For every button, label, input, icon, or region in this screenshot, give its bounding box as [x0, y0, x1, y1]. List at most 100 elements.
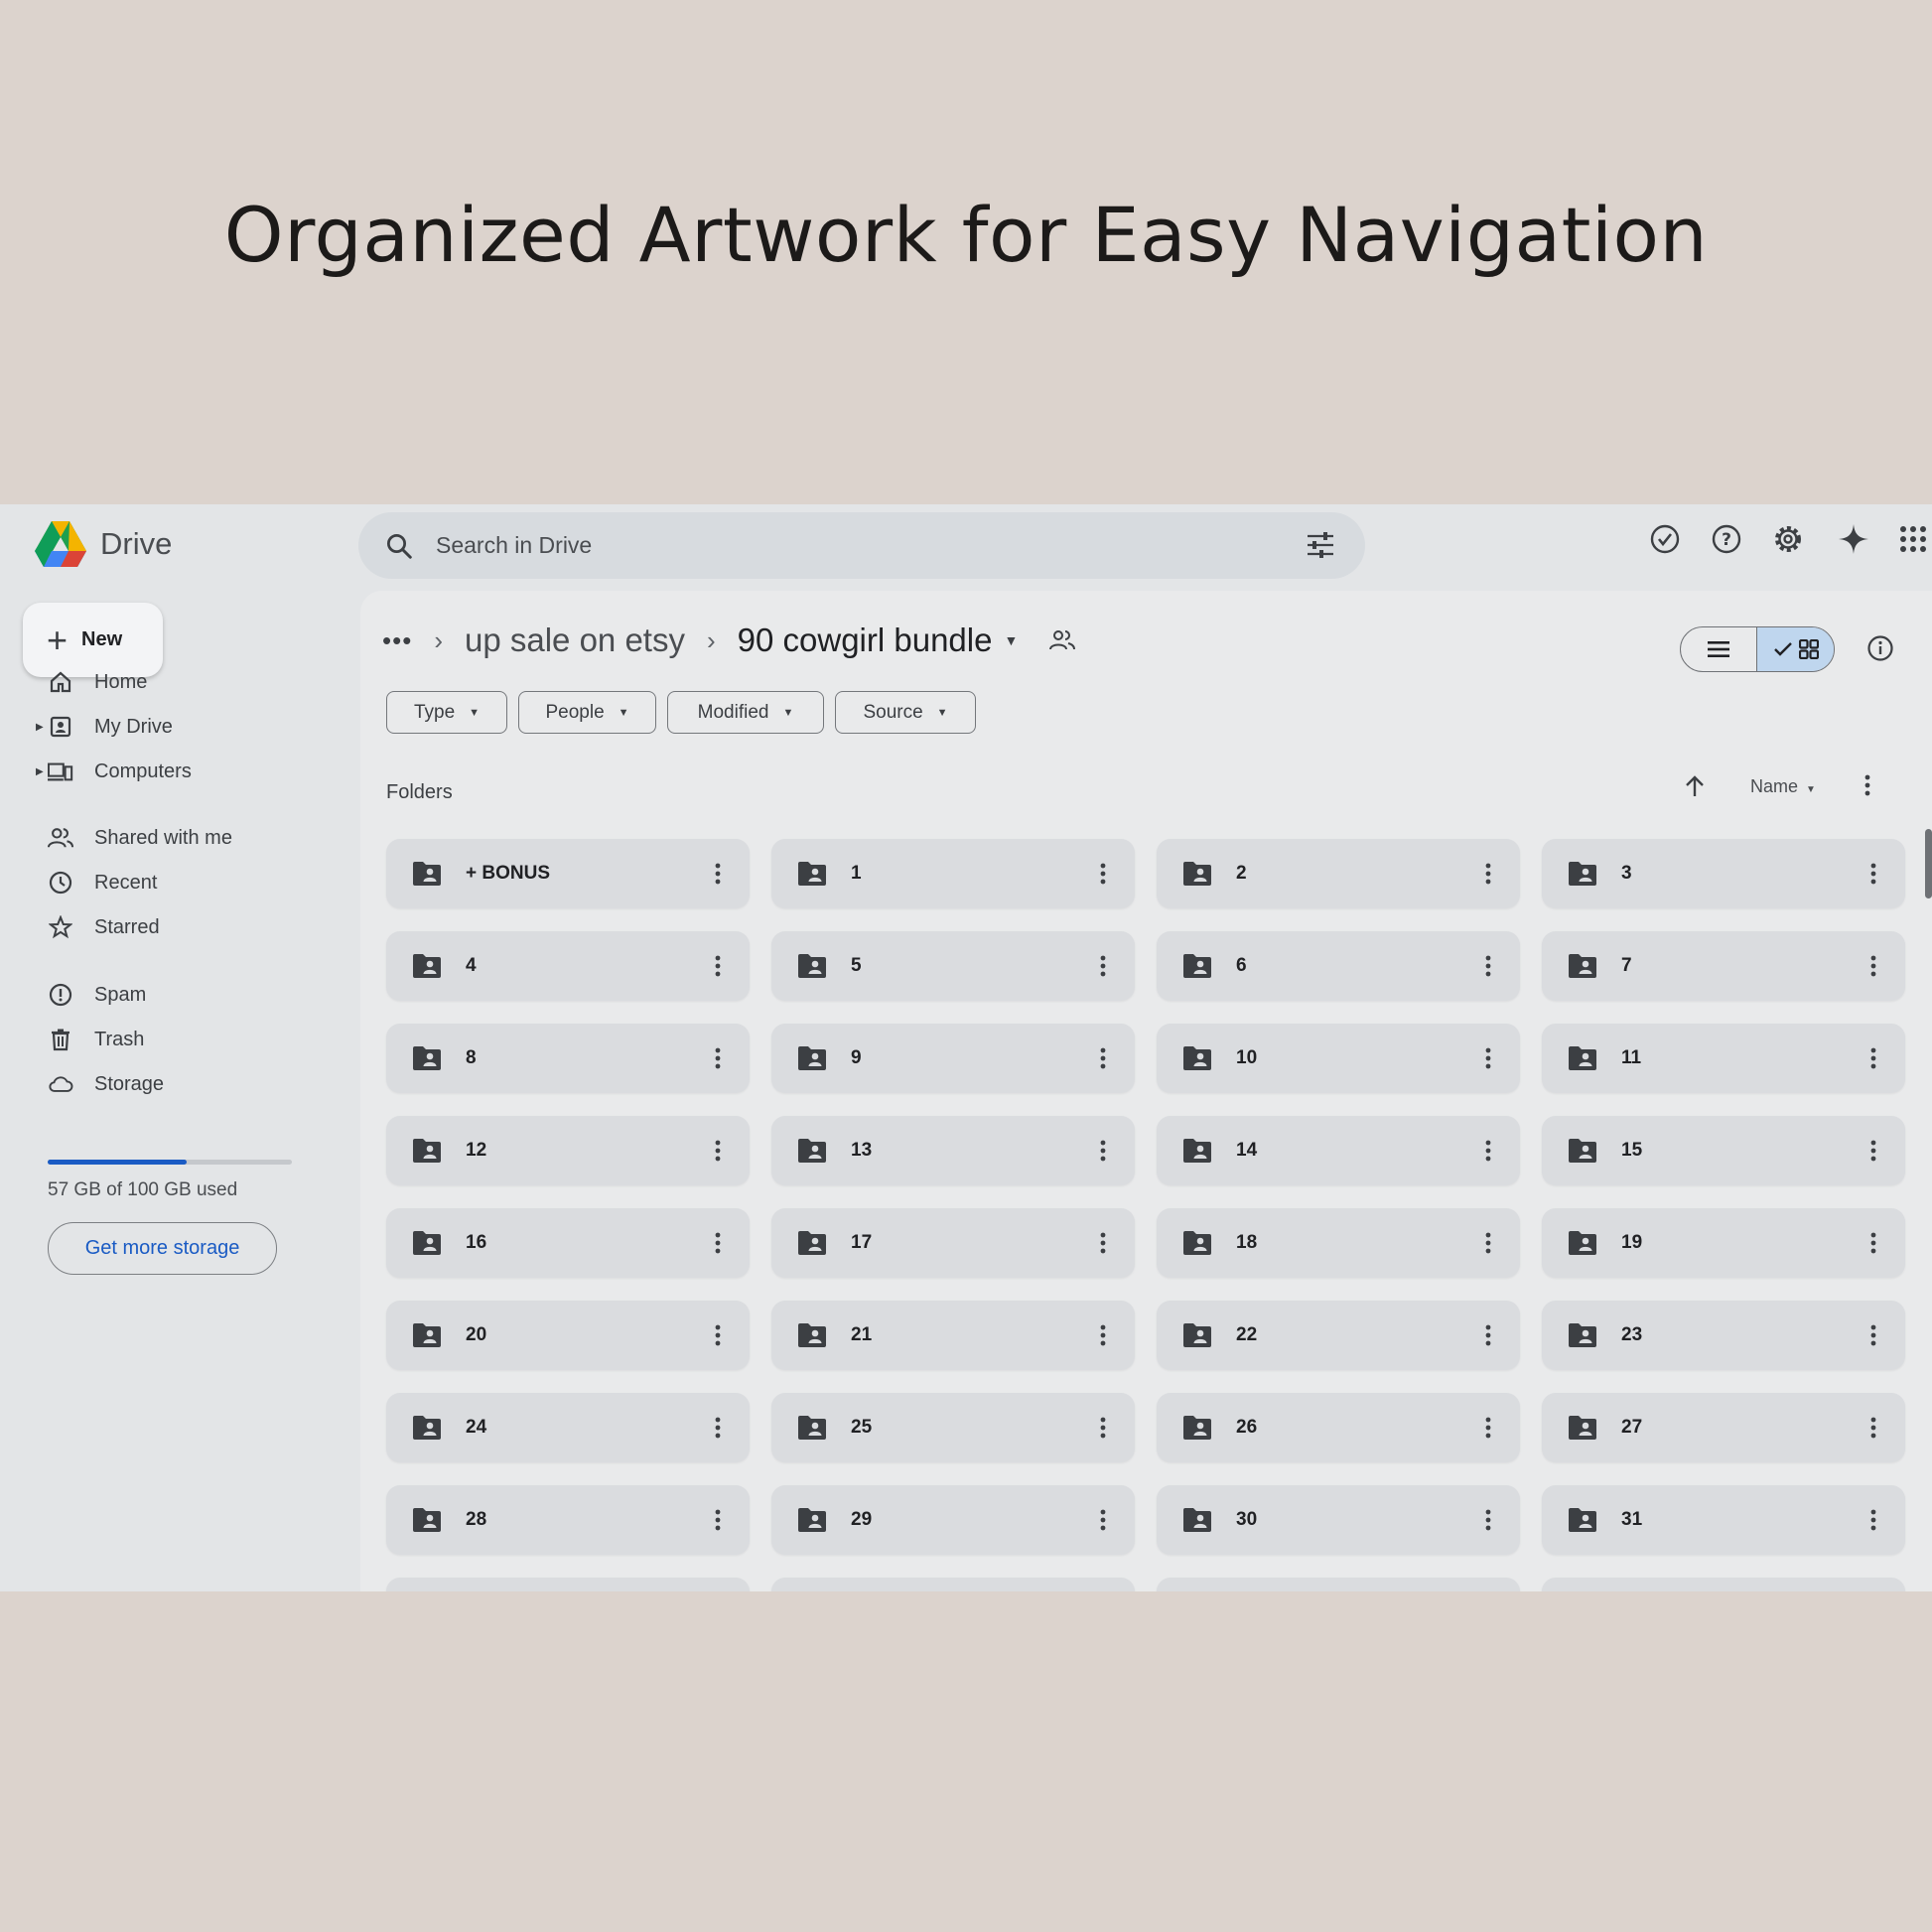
more-vert-icon[interactable] — [1869, 1324, 1877, 1351]
search-input[interactable]: Search in Drive — [436, 532, 592, 559]
folder-tile[interactable]: 6 — [1157, 931, 1520, 1001]
new-button[interactable]: + New — [23, 603, 163, 677]
more-vert-icon[interactable] — [714, 1047, 722, 1074]
more-vert-icon[interactable] — [1869, 1140, 1877, 1167]
list-icon — [1708, 641, 1729, 657]
apps-grid-icon[interactable] — [1896, 522, 1930, 556]
more-vert-icon[interactable] — [1484, 1047, 1492, 1074]
more-vert-icon[interactable] — [1869, 1047, 1877, 1074]
more-vert-icon[interactable] — [1863, 773, 1871, 797]
folder-tile[interactable]: 16 — [386, 1208, 750, 1278]
more-vert-icon[interactable] — [714, 863, 722, 890]
folder-tile[interactable]: 5 — [771, 931, 1135, 1001]
breadcrumb-more-button[interactable]: ••• — [382, 625, 412, 656]
more-vert-icon[interactable] — [714, 1324, 722, 1351]
folder-tile[interactable]: 17 — [771, 1208, 1135, 1278]
folder-tile[interactable]: 27 — [1542, 1393, 1905, 1462]
more-vert-icon[interactable] — [1099, 1324, 1107, 1351]
folder-tile[interactable]: 23 — [1542, 1301, 1905, 1370]
more-vert-icon[interactable] — [1099, 955, 1107, 982]
more-vert-icon[interactable] — [714, 955, 722, 982]
drive-logo[interactable]: Drive — [35, 521, 172, 567]
folder-tile[interactable]: 21 — [771, 1301, 1135, 1370]
folder-tile[interactable]: 24 — [386, 1393, 750, 1462]
dropdown-arrow-icon[interactable]: ▼ — [1004, 632, 1018, 648]
more-vert-icon[interactable] — [1484, 1140, 1492, 1167]
get-more-storage-button[interactable]: Get more storage — [48, 1222, 277, 1275]
more-vert-icon[interactable] — [1484, 1509, 1492, 1536]
more-vert-icon[interactable] — [1099, 1232, 1107, 1259]
folder-tile[interactable]: 3 — [1542, 839, 1905, 908]
more-vert-icon[interactable] — [1099, 1509, 1107, 1536]
folder-tile[interactable]: 18 — [1157, 1208, 1520, 1278]
folder-tile[interactable]: 14 — [1157, 1116, 1520, 1185]
folder-tile[interactable]: 9 — [771, 1024, 1135, 1093]
folder-tile[interactable]: 30 — [1157, 1485, 1520, 1555]
filter-type[interactable]: Type ▼ — [386, 691, 507, 734]
more-vert-icon[interactable] — [1484, 863, 1492, 890]
more-vert-icon[interactable] — [1099, 1140, 1107, 1167]
more-vert-icon[interactable] — [1869, 863, 1877, 890]
folder-tile[interactable]: 26 — [1157, 1393, 1520, 1462]
folder-tile[interactable]: 20 — [386, 1301, 750, 1370]
more-vert-icon[interactable] — [1484, 955, 1492, 982]
scrollbar-thumb[interactable] — [1925, 829, 1932, 898]
breadcrumb-current[interactable]: 90 cowgirl bundle — [738, 621, 993, 659]
more-vert-icon[interactable] — [714, 1232, 722, 1259]
more-vert-icon[interactable] — [1869, 1417, 1877, 1444]
filter-modified[interactable]: Modified ▼ — [667, 691, 824, 734]
more-vert-icon[interactable] — [714, 1417, 722, 1444]
expand-arrow-icon[interactable]: ▶ — [36, 722, 44, 733]
folder-tile[interactable]: 2 — [1157, 839, 1520, 908]
more-vert-icon[interactable] — [1869, 955, 1877, 982]
offline-status-icon[interactable] — [1648, 522, 1682, 556]
gemini-sparkle-icon[interactable] — [1837, 522, 1870, 556]
sort-by-dropdown[interactable]: Name ▼ — [1750, 776, 1816, 797]
info-icon[interactable] — [1866, 634, 1894, 662]
folder-tile[interactable]: 28 — [386, 1485, 750, 1555]
more-vert-icon[interactable] — [1869, 1232, 1877, 1259]
folder-tile-partial[interactable] — [386, 1578, 750, 1591]
more-vert-icon[interactable] — [714, 1509, 722, 1536]
folder-tile[interactable]: 1 — [771, 839, 1135, 908]
folder-tile[interactable]: 13 — [771, 1116, 1135, 1185]
folder-tile[interactable]: 22 — [1157, 1301, 1520, 1370]
filter-people[interactable]: People ▼ — [518, 691, 656, 734]
folder-tile[interactable]: 12 — [386, 1116, 750, 1185]
more-vert-icon[interactable] — [1484, 1324, 1492, 1351]
folder-tile[interactable]: 7 — [1542, 931, 1905, 1001]
more-vert-icon[interactable] — [1099, 863, 1107, 890]
folder-tile[interactable]: 29 — [771, 1485, 1135, 1555]
more-vert-icon[interactable] — [1484, 1417, 1492, 1444]
folder-tile[interactable]: 11 — [1542, 1024, 1905, 1093]
folder-tile-partial[interactable] — [771, 1578, 1135, 1591]
folder-tile[interactable]: 25 — [771, 1393, 1135, 1462]
drive-window: Drive Search in Drive ? + New Home ▶ My … — [0, 504, 1932, 1591]
more-vert-icon[interactable] — [1869, 1509, 1877, 1536]
grid-view-button[interactable] — [1756, 627, 1834, 671]
folder-tile[interactable]: 10 — [1157, 1024, 1520, 1093]
sort-direction-icon[interactable] — [1684, 774, 1706, 798]
settings-icon[interactable] — [1771, 522, 1805, 556]
more-vert-icon[interactable] — [714, 1140, 722, 1167]
more-vert-icon[interactable] — [1099, 1047, 1107, 1074]
list-view-button[interactable] — [1681, 627, 1756, 671]
search-bar[interactable]: Search in Drive — [358, 512, 1365, 579]
search-options-icon[interactable] — [1306, 531, 1335, 559]
expand-arrow-icon[interactable]: ▶ — [36, 766, 44, 777]
more-vert-icon[interactable] — [1099, 1417, 1107, 1444]
folder-tile[interactable]: 19 — [1542, 1208, 1905, 1278]
folder-tile-partial[interactable] — [1157, 1578, 1520, 1591]
help-icon[interactable]: ? — [1710, 522, 1743, 556]
new-button-label: New — [81, 628, 123, 650]
folder-tile[interactable]: 15 — [1542, 1116, 1905, 1185]
folder-tile[interactable]: 8 — [386, 1024, 750, 1093]
filter-source[interactable]: Source ▼ — [835, 691, 976, 734]
folder-name: 6 — [1236, 955, 1247, 976]
folder-tile[interactable]: 31 — [1542, 1485, 1905, 1555]
folder-tile-partial[interactable] — [1542, 1578, 1905, 1591]
breadcrumb-parent[interactable]: up sale on etsy — [465, 621, 685, 659]
folder-tile[interactable]: 4 — [386, 931, 750, 1001]
more-vert-icon[interactable] — [1484, 1232, 1492, 1259]
folder-tile[interactable]: + BONUS — [386, 839, 750, 908]
